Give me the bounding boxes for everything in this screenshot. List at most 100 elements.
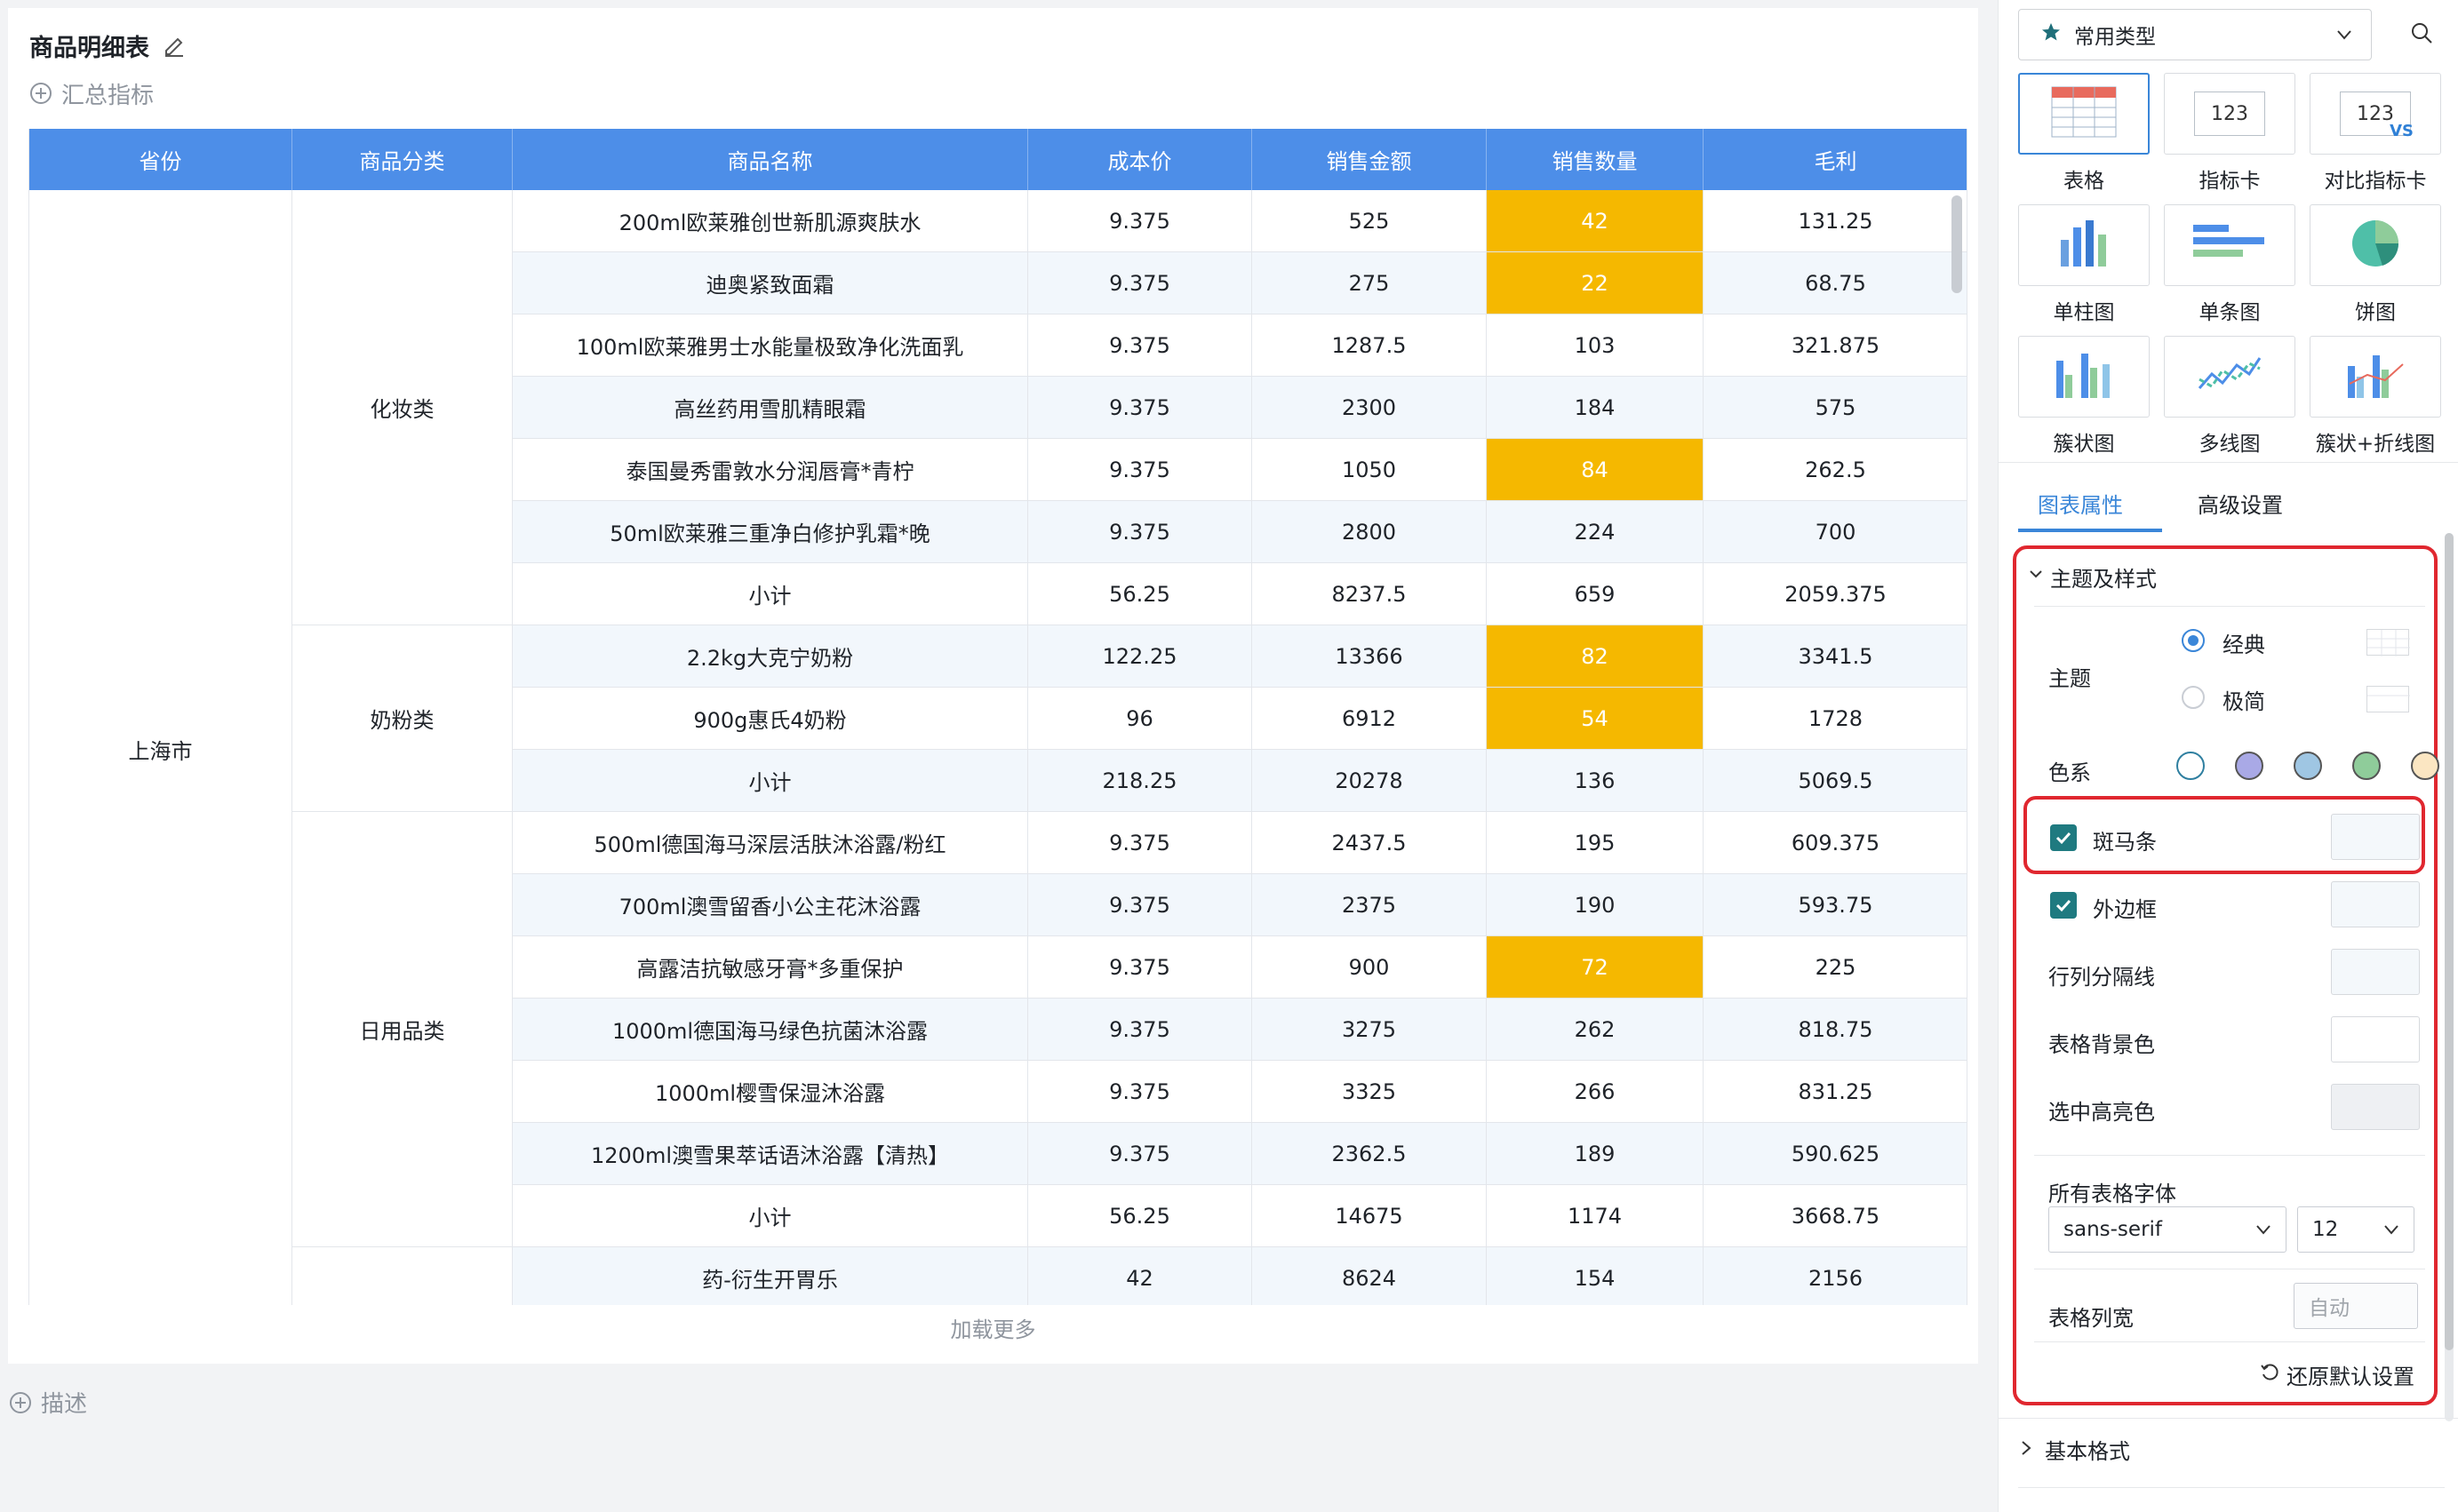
description-button[interactable]: 描述 [9,1386,87,1419]
cost-cell[interactable]: 9.375 [1028,439,1252,501]
column-width-input[interactable]: 自动 [2294,1283,2418,1329]
profit-cell[interactable]: 3341.5 [1704,625,1967,688]
font-size-select[interactable]: 12 [2297,1206,2414,1253]
sales-qty-cell[interactable]: 1174 [1487,1185,1704,1247]
profit-cell[interactable]: 609.375 [1704,812,1967,874]
gridline-color-picker[interactable] [2331,949,2420,995]
cost-cell[interactable]: 9.375 [1028,501,1252,563]
profit-cell[interactable]: 68.75 [1704,252,1967,314]
profit-cell[interactable]: 3668.75 [1704,1185,1967,1247]
chart-type-select[interactable]: 常用类型 [2018,9,2372,60]
cost-cell[interactable]: 96 [1028,688,1252,750]
outer-border-color-picker[interactable] [2331,881,2420,927]
chart-type-tile[interactable]: 123 [2164,73,2295,155]
cost-cell[interactable]: 42 [1028,1247,1252,1305]
cost-cell[interactable]: 9.375 [1028,314,1252,377]
cost-cell[interactable]: 9.375 [1028,874,1252,936]
product-name-cell[interactable]: 500ml德国海马深层活肤沐浴露/粉红 [513,812,1028,874]
tab-advanced-settings[interactable]: 高级设置 [2198,488,2283,519]
sales-qty-cell[interactable]: 82 [1487,625,1704,688]
sales-qty-cell[interactable]: 189 [1487,1123,1704,1185]
cost-cell[interactable]: 9.375 [1028,190,1252,252]
product-name-cell[interactable]: 1200ml澳雪果萃话语沐浴露【清热】 [513,1123,1028,1185]
profit-cell[interactable]: 831.25 [1704,1061,1967,1123]
summary-metric-button[interactable]: 汇总指标 [29,76,154,111]
sales-amount-cell[interactable]: 2362.5 [1252,1123,1487,1185]
sales-qty-cell[interactable]: 54 [1487,688,1704,750]
product-name-cell[interactable]: 小计 [513,750,1028,812]
product-name-cell[interactable]: 50ml欧莱雅三重净白修护乳霜*晚 [513,501,1028,563]
color-swatch[interactable] [2411,752,2439,780]
chart-type-tile[interactable] [2310,336,2441,418]
profit-cell[interactable]: 2059.375 [1704,563,1967,625]
sales-amount-cell[interactable]: 1050 [1252,439,1487,501]
font-family-select[interactable]: sans-serif [2048,1206,2286,1253]
column-header[interactable]: 毛利 [1704,129,1967,190]
sales-qty-cell[interactable]: 136 [1487,750,1704,812]
panel-scrollbar-thumb[interactable] [2445,533,2454,1350]
category-cell[interactable] [292,1247,513,1305]
profit-cell[interactable]: 700 [1704,501,1967,563]
chevron-down-icon[interactable] [2027,565,2045,586]
sales-amount-cell[interactable]: 275 [1252,252,1487,314]
profit-cell[interactable]: 818.75 [1704,999,1967,1061]
product-name-cell[interactable]: 迪奥紧致面霜 [513,252,1028,314]
panel-scrollbar[interactable] [2445,533,2454,1421]
profit-cell[interactable]: 225 [1704,936,1967,999]
cost-cell[interactable]: 56.25 [1028,563,1252,625]
profit-cell[interactable]: 321.875 [1704,314,1967,377]
sales-amount-cell[interactable]: 2300 [1252,377,1487,439]
column-header[interactable]: 销售金额 [1252,129,1487,190]
sales-amount-cell[interactable]: 3275 [1252,999,1487,1061]
color-swatch[interactable] [2235,752,2263,780]
sales-amount-cell[interactable]: 525 [1252,190,1487,252]
cost-cell[interactable]: 9.375 [1028,1061,1252,1123]
sales-qty-cell[interactable]: 154 [1487,1247,1704,1305]
cost-cell[interactable]: 218.25 [1028,750,1252,812]
sales-amount-cell[interactable]: 3325 [1252,1061,1487,1123]
sales-amount-cell[interactable]: 8624 [1252,1247,1487,1305]
column-header[interactable]: 省份 [29,129,292,190]
sales-qty-cell[interactable]: 190 [1487,874,1704,936]
theme-minimal-radio[interactable] [2182,686,2205,709]
column-header[interactable]: 成本价 [1028,129,1252,190]
sales-amount-cell[interactable]: 2800 [1252,501,1487,563]
sales-amount-cell[interactable]: 1287.5 [1252,314,1487,377]
chart-type-tile[interactable] [2310,204,2441,286]
sales-qty-cell[interactable]: 224 [1487,501,1704,563]
product-name-cell[interactable]: 700ml澳雪留香小公主花沐浴露 [513,874,1028,936]
selected-highlight-color-picker[interactable] [2331,1084,2420,1130]
category-cell[interactable]: 日用品类 [292,812,513,1247]
sales-amount-cell[interactable]: 6912 [1252,688,1487,750]
column-header[interactable]: 销售数量 [1487,129,1704,190]
cost-cell[interactable]: 9.375 [1028,377,1252,439]
tab-chart-properties[interactable]: 图表属性 [2038,488,2123,519]
sales-qty-cell[interactable]: 184 [1487,377,1704,439]
cost-cell[interactable]: 9.375 [1028,999,1252,1061]
product-name-cell[interactable]: 2.2kg大克宁奶粉 [513,625,1028,688]
sales-amount-cell[interactable]: 8237.5 [1252,563,1487,625]
cost-cell[interactable]: 9.375 [1028,936,1252,999]
load-more-link[interactable]: 加载更多 [8,1312,1978,1343]
product-name-cell[interactable]: 小计 [513,563,1028,625]
sales-amount-cell[interactable]: 13366 [1252,625,1487,688]
sales-qty-cell[interactable]: 42 [1487,190,1704,252]
basic-format-section[interactable]: 基本格式 [2018,1434,2130,1465]
chart-type-tile[interactable] [2018,204,2150,286]
sales-qty-cell[interactable]: 103 [1487,314,1704,377]
sales-amount-cell[interactable]: 20278 [1252,750,1487,812]
color-swatch[interactable] [2294,752,2322,780]
product-name-cell[interactable]: 泰国曼秀雷敦水分润唇膏*青柠 [513,439,1028,501]
sales-qty-cell[interactable]: 266 [1487,1061,1704,1123]
category-cell[interactable]: 奶粉类 [292,625,513,812]
product-name-cell[interactable]: 200ml欧莱雅创世新肌源爽肤水 [513,190,1028,252]
cost-cell[interactable]: 9.375 [1028,1123,1252,1185]
product-name-cell[interactable]: 1000ml樱雪保湿沐浴露 [513,1061,1028,1123]
color-swatch[interactable] [2352,752,2381,780]
chart-type-tile[interactable] [2164,336,2295,418]
reset-default-button[interactable]: 还原默认设置 [2260,1359,2414,1390]
outer-border-checkbox[interactable] [2050,892,2077,919]
profit-cell[interactable]: 575 [1704,377,1967,439]
profit-cell[interactable]: 1728 [1704,688,1967,750]
sales-qty-cell[interactable]: 659 [1487,563,1704,625]
